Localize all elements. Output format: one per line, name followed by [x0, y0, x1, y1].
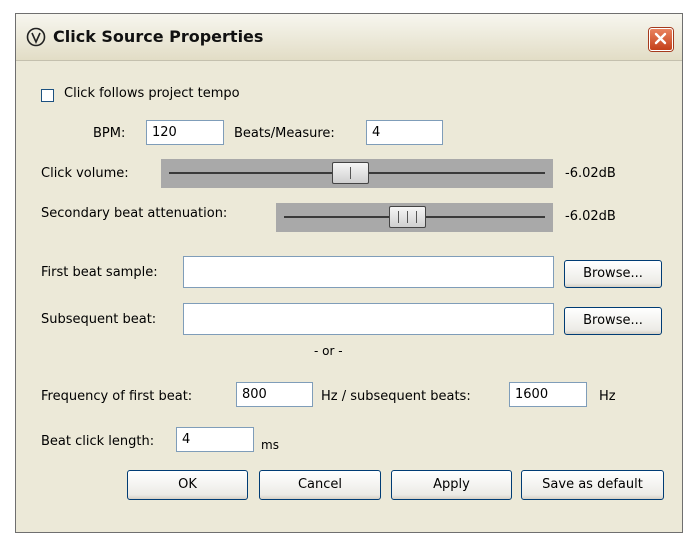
- beat-click-length-input[interactable]: 4: [176, 427, 254, 452]
- subsequent-beats-frequency-input[interactable]: 1600: [509, 382, 587, 407]
- follow-tempo-checkbox[interactable]: [41, 89, 54, 102]
- first-beat-sample-input[interactable]: [183, 256, 554, 288]
- beats-measure-input[interactable]: 4: [366, 120, 443, 145]
- subsequent-beats-frequency-label: Hz / subsequent beats:: [321, 389, 471, 404]
- secondary-attenuation-value: -6.02dB: [565, 209, 616, 224]
- click-volume-value: -6.02dB: [565, 166, 616, 181]
- or-separator: - or -: [314, 344, 343, 358]
- ok-button[interactable]: OK: [127, 470, 248, 500]
- subsequent-beat-label: Subsequent beat:: [41, 312, 157, 327]
- beat-click-length-label: Beat click length:: [41, 434, 155, 449]
- bpm-label: BPM:: [93, 126, 126, 141]
- click-volume-slider-thumb[interactable]: [332, 162, 369, 184]
- cancel-button[interactable]: Cancel: [259, 470, 381, 500]
- click-volume-label: Click volume:: [41, 166, 129, 181]
- close-button[interactable]: [649, 28, 673, 51]
- bpm-input[interactable]: 120: [146, 120, 224, 145]
- first-beat-browse-button[interactable]: Browse...: [564, 260, 662, 288]
- title-bar[interactable]: Click Source Properties: [16, 14, 682, 61]
- window-title: Click Source Properties: [53, 27, 264, 46]
- secondary-attenuation-slider-thumb[interactable]: [389, 206, 426, 228]
- apply-button[interactable]: Apply: [391, 470, 512, 500]
- hz-unit-label: Hz: [599, 389, 616, 404]
- beats-measure-label: Beats/Measure:: [234, 126, 335, 141]
- click-source-properties-dialog: Click Source Properties Click follows pr…: [15, 13, 683, 533]
- secondary-attenuation-slider[interactable]: [276, 203, 553, 232]
- first-beat-frequency-label: Frequency of first beat:: [41, 389, 193, 404]
- save-as-default-button[interactable]: Save as default: [521, 470, 664, 500]
- reaper-logo-icon: [26, 27, 46, 47]
- subsequent-beat-browse-button[interactable]: Browse...: [564, 307, 662, 335]
- follow-tempo-label: Click follows project tempo: [64, 86, 240, 101]
- secondary-attenuation-label: Secondary beat attenuation:: [41, 206, 228, 221]
- ms-unit-label: ms: [261, 438, 279, 452]
- close-icon: [654, 32, 667, 45]
- subsequent-beat-input[interactable]: [183, 303, 554, 335]
- first-beat-sample-label: First beat sample:: [41, 265, 158, 280]
- first-beat-frequency-input[interactable]: 800: [236, 382, 313, 407]
- click-volume-slider[interactable]: [161, 159, 553, 188]
